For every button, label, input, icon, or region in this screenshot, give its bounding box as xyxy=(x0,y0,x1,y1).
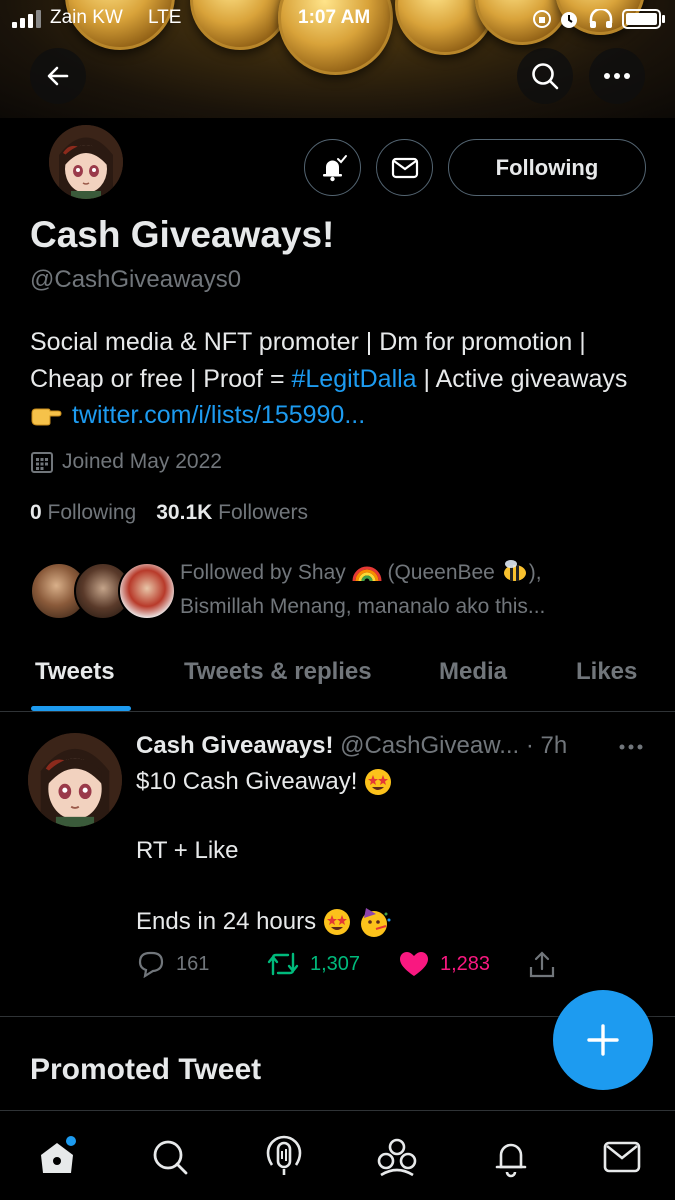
followed-by-end: ), xyxy=(528,561,542,584)
like-action[interactable]: 1,283 xyxy=(398,950,490,978)
following-button[interactable]: Following xyxy=(448,139,646,196)
tweet-more-icon[interactable] xyxy=(618,743,644,751)
tab-media[interactable]: Media xyxy=(439,658,507,686)
headphones-icon xyxy=(589,9,613,28)
signal-icon xyxy=(12,10,41,28)
bio-text: | Active giveaways xyxy=(416,364,628,393)
nav-spaces[interactable] xyxy=(262,1135,306,1179)
tweet-author-name[interactable]: Cash Giveaways! xyxy=(136,732,333,759)
lock-rotation-icon xyxy=(533,10,551,28)
status-bar: Zain KW LTE 1:07 AM xyxy=(0,0,675,38)
profile-handle: @CashGiveaways0 xyxy=(30,266,242,293)
followed-by-label: Followed by Shay xyxy=(180,561,346,584)
spaces-icon xyxy=(266,1135,302,1175)
retweet-icon xyxy=(267,952,299,976)
network-label: LTE xyxy=(148,7,182,28)
message-button[interactable] xyxy=(376,139,433,196)
following-count: 0 xyxy=(30,501,42,524)
tweet-text: $10 Cash Giveaway! xyxy=(136,768,358,795)
search-button[interactable] xyxy=(517,48,573,104)
avatar xyxy=(118,562,176,620)
notification-subscribe-button[interactable] xyxy=(304,139,361,196)
following-count-link[interactable]: 0 Following xyxy=(30,501,136,525)
tweet-actions: 161 1,307 1,283 xyxy=(136,950,566,984)
plus-icon xyxy=(587,1024,619,1056)
following-label: Following xyxy=(47,501,137,524)
star-struck-emoji xyxy=(365,769,392,795)
share-icon xyxy=(529,951,555,978)
avatar-image xyxy=(49,125,123,199)
back-button[interactable] xyxy=(30,48,86,104)
carrier-label: Zain KW xyxy=(50,7,123,28)
heart-icon xyxy=(400,952,428,976)
nav-home[interactable] xyxy=(35,1135,79,1179)
home-icon xyxy=(41,1136,76,1173)
bee-emoji xyxy=(503,560,526,581)
bottom-navigation xyxy=(0,1110,675,1200)
tab-tweets[interactable]: Tweets xyxy=(35,658,115,686)
tweet-text: Ends in 24 hours xyxy=(136,908,317,935)
profile-display-name: Cash Giveaways! xyxy=(30,214,335,255)
followed-by-name: (QueenBee xyxy=(387,561,495,584)
tweet-text: RT + Like xyxy=(136,837,239,864)
reply-count: 161 xyxy=(176,952,210,975)
profile-bio: Social media & NFT promoter | Dm for pro… xyxy=(30,324,640,434)
search-icon xyxy=(532,63,559,90)
alarm-icon xyxy=(561,12,577,28)
bio-hashtag-link[interactable]: #LegitDalla xyxy=(292,365,417,393)
nav-search[interactable] xyxy=(148,1135,192,1179)
nav-communities[interactable] xyxy=(375,1135,419,1179)
more-options-button[interactable] xyxy=(589,48,645,104)
nav-messages[interactable] xyxy=(600,1135,644,1179)
communities-icon xyxy=(377,1138,417,1177)
share-action[interactable] xyxy=(528,950,556,980)
followed-by-text[interactable]: Followed by Shay (QueenBee ), Bismillah … xyxy=(180,556,650,624)
active-tab-indicator xyxy=(31,706,131,711)
promoted-tweet-heading: Promoted Tweet xyxy=(30,1053,262,1086)
envelope-icon xyxy=(391,157,418,178)
followers-count-link[interactable]: 30.1K Followers xyxy=(156,501,308,525)
tweet-text-line: $10 Cash Giveaway! xyxy=(136,767,393,797)
arrow-left-icon xyxy=(47,66,69,86)
star-struck-emoji xyxy=(324,909,351,935)
joined-date: Joined May 2022 xyxy=(30,450,222,474)
reply-action[interactable]: 161 xyxy=(136,950,209,978)
partying-face-emoji xyxy=(361,908,391,937)
notifications-icon xyxy=(495,1143,527,1178)
retweet-action[interactable]: 1,307 xyxy=(266,950,360,978)
tweet-handle-time: @CashGiveaw... · 7h xyxy=(340,732,568,759)
followed-by-avatars[interactable] xyxy=(30,562,176,620)
bio-url-link[interactable]: twitter.com/i/lists/155990... xyxy=(72,401,365,429)
followed-by-names: Bismillah Menang, mananalo ako this... xyxy=(180,595,546,618)
time-label: 1:07 AM xyxy=(298,7,371,28)
tab-likes[interactable]: Likes xyxy=(576,658,637,686)
tweet-text-line: Ends in 24 hours xyxy=(136,906,392,938)
battery-icon xyxy=(622,9,665,29)
nav-notifications[interactable] xyxy=(489,1135,533,1179)
messages-icon xyxy=(603,1141,641,1173)
calendar-icon xyxy=(31,452,53,473)
followers-count: 30.1K xyxy=(156,501,213,524)
pointing-hand-emoji xyxy=(30,403,62,427)
joined-label: Joined May 2022 xyxy=(62,450,222,473)
tweet-header: Cash Giveaways! @CashGiveaw... · 7h xyxy=(136,732,646,760)
like-count: 1,283 xyxy=(440,952,491,975)
retweet-count: 1,307 xyxy=(310,952,361,975)
avatar-image xyxy=(28,733,122,827)
compose-tweet-button[interactable] xyxy=(553,990,653,1090)
followers-label: Followers xyxy=(218,501,308,524)
bell-check-icon xyxy=(322,154,347,181)
profile-tabs: Tweets Tweets & replies Media Likes xyxy=(0,648,675,712)
profile-avatar[interactable] xyxy=(45,121,127,203)
rainbow-emoji xyxy=(352,566,382,582)
tweet-avatar[interactable] xyxy=(28,733,122,827)
more-dots-icon xyxy=(604,73,630,79)
follow-counts: 0 Following 30.1K Followers xyxy=(30,501,308,525)
tweet-text-line: RT + Like xyxy=(136,837,239,865)
tab-tweets-replies[interactable]: Tweets & replies xyxy=(184,658,372,686)
reply-icon xyxy=(138,951,164,978)
search-icon xyxy=(153,1140,188,1175)
